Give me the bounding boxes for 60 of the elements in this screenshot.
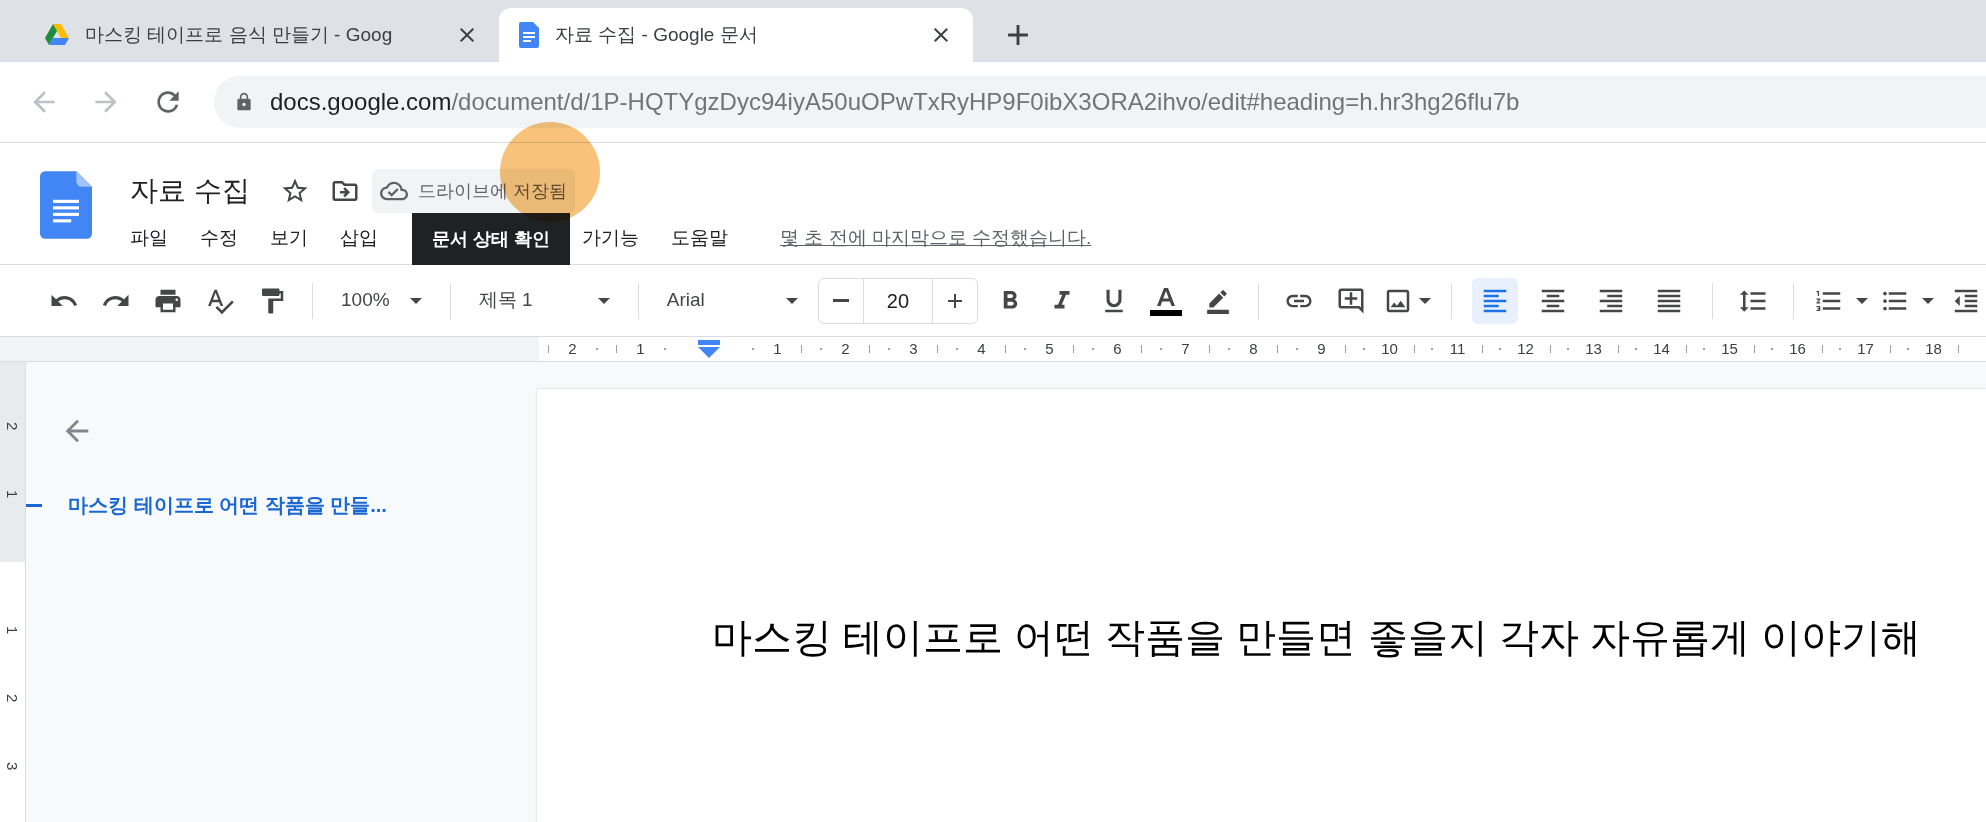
indent-marker-icon[interactable] — [698, 340, 720, 358]
docs-logo-icon — [519, 22, 539, 48]
docs-logo-icon[interactable] — [40, 171, 92, 239]
ruler-number: 10 — [1381, 338, 1398, 359]
last-edit-link[interactable]: 몇 초 전에 마지막으로 수정했습니다. — [780, 223, 1092, 253]
caret-icon — [786, 297, 798, 304]
drive-logo-icon — [45, 24, 69, 46]
align-left-button[interactable] — [1472, 277, 1518, 324]
ruler-number: 17 — [1857, 338, 1874, 359]
ruler-number: 18 — [1925, 338, 1942, 359]
ruler-number: 2 — [3, 693, 23, 703]
ruler-number: 4 — [977, 338, 986, 359]
ruler-number: 7 — [1181, 338, 1190, 359]
ruler-number: 5 — [1045, 338, 1054, 359]
zoom-dropdown[interactable]: 100% — [333, 280, 430, 321]
outline-heading[interactable]: 마스킹 테이프로 어떤 작품을 만들... — [68, 490, 387, 520]
tooltip: 문서 상태 확인 — [412, 213, 570, 265]
ruler-number: 11 — [1449, 338, 1466, 359]
lock-icon — [234, 92, 254, 112]
menu-item[interactable]: 수정 — [200, 223, 238, 253]
caret-icon — [1922, 297, 1934, 304]
text-color-icon — [1150, 285, 1182, 316]
caret-icon — [1856, 297, 1868, 304]
browser-tab[interactable]: 마스킹 테이프로 음식 만들기 - Goog — [25, 8, 499, 62]
document-title[interactable]: 자료 수집 — [130, 170, 250, 212]
menu-item[interactable]: 파일 — [130, 223, 168, 253]
ruler-number: 2 — [3, 421, 23, 431]
ruler-number: 3 — [909, 338, 918, 359]
ruler-number: 1 — [773, 338, 782, 359]
menu-item[interactable]: 삽입 — [340, 223, 378, 253]
caret-icon — [597, 297, 610, 304]
browser-tab[interactable]: 자료 수집 - Google 문서 — [499, 8, 973, 62]
ruler-number: 2 — [841, 338, 850, 359]
minus-icon — [833, 299, 849, 302]
ruler-number: 14 — [1653, 338, 1670, 359]
ruler-number: 1 — [3, 489, 23, 499]
ruler-number: 9 — [1317, 338, 1326, 359]
highlighter-icon — [1205, 287, 1231, 314]
font-dropdown[interactable]: Arial — [658, 280, 806, 321]
ruler-number: 16 — [1789, 338, 1806, 359]
ruler-number: 1 — [636, 338, 645, 359]
ruler-number: 6 — [1113, 338, 1122, 359]
ruler-number: 13 — [1585, 338, 1602, 359]
ruler-number: 2 — [568, 338, 577, 359]
ruler-number: 12 — [1517, 338, 1534, 359]
style-dropdown[interactable]: 제목 1 — [470, 280, 618, 321]
menu-item[interactable]: 가기능 — [582, 223, 639, 253]
ruler-number: 3 — [3, 761, 23, 771]
tab-title: 마스킹 테이프로 음식 만들기 - Goog — [85, 22, 394, 47]
caret-icon — [409, 297, 422, 304]
url-text: docs.google.com/document/d/1P-HQTYgzDyc94iyA50uOPwTxRyHP9F0ibX3ORA2ihvo/edit#heading=h.hr3hg26flu7b — [270, 87, 1520, 117]
menu-item[interactable]: 보기 — [270, 223, 308, 253]
ruler-number: 15 — [1721, 338, 1738, 359]
caret-icon — [1419, 297, 1431, 304]
ruler-number: 8 — [1249, 338, 1258, 359]
tab-title: 자료 수집 - Google 문서 — [555, 22, 759, 47]
address-bar[interactable]: docs.google.com/document/d/1P-HQTYgzDyc94iyA50uOPwTxRyHP9F0ibX3ORA2ihvo/edit#heading=h.hr3hg26flu7b — [214, 76, 1986, 128]
heading-text[interactable]: 마스킹 테이프로 어떤 작품을 만들면 좋을지 각자 자유롭게 이야기해 — [712, 615, 1921, 659]
menu-item[interactable]: 도움말 — [671, 223, 728, 253]
ruler-number: 1 — [3, 625, 23, 635]
